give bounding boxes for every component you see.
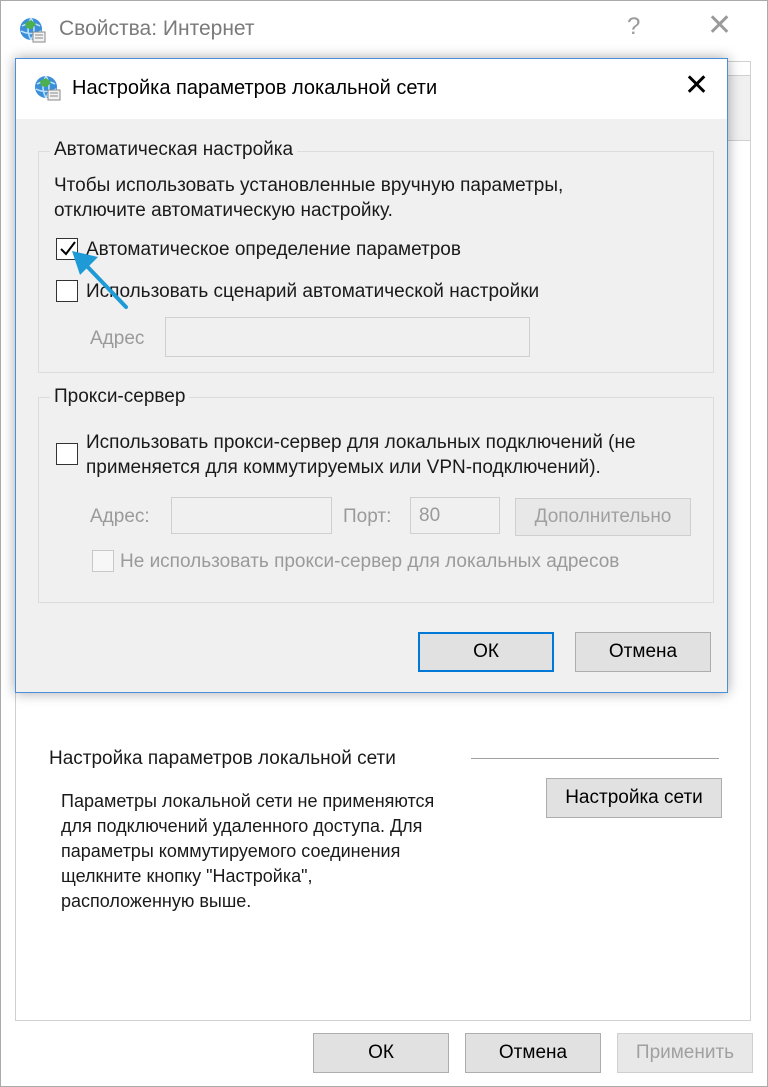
close-icon[interactable]: ✕: [684, 71, 709, 101]
help-icon[interactable]: ?: [627, 13, 640, 41]
auto-config-hint-line1: Чтобы использовать установленные вручную…: [54, 175, 564, 196]
auto-detect-checkbox[interactable]: [56, 238, 78, 260]
use-script-checkbox[interactable]: [56, 280, 78, 302]
outer-close-icon[interactable]: ✕: [707, 11, 732, 41]
script-address-label: Адрес: [90, 328, 145, 349]
tab-strip-edge: [727, 75, 751, 141]
dialog-cancel-button[interactable]: Отмена: [575, 632, 711, 672]
lan-settings-dialog: Настройка параметров локальной сети ✕ Ав…: [15, 58, 728, 693]
apply-button[interactable]: Применить: [617, 1033, 753, 1073]
outer-cancel-button[interactable]: Отмена: [465, 1033, 601, 1073]
lan-settings-button[interactable]: Настройка сети: [546, 778, 722, 818]
auto-detect-label[interactable]: Автоматическое определение параметров: [86, 237, 461, 262]
use-proxy-label-line1[interactable]: Использовать прокси-сервер для локальных…: [86, 430, 636, 455]
outer-ok-button[interactable]: ОК: [313, 1033, 449, 1073]
proxy-address-label: Адрес:: [90, 506, 150, 527]
script-address-input[interactable]: [165, 317, 530, 357]
dialog-ok-button[interactable]: ОК: [418, 632, 554, 672]
check-icon: [60, 241, 76, 256]
proxy-advanced-button[interactable]: Дополнительно: [515, 498, 691, 536]
lan-section-title: Настройка параметров локальной сети: [49, 748, 396, 769]
bypass-local-label[interactable]: Не использовать прокси-сервер для локаль…: [120, 549, 619, 574]
use-script-label[interactable]: Использовать сценарий автоматической нас…: [86, 279, 539, 304]
use-proxy-checkbox[interactable]: [56, 443, 78, 465]
dialog-titlebar: Настройка параметров локальной сети ✕: [16, 59, 727, 119]
outer-window-title: Свойства: Интернет: [59, 17, 255, 40]
proxy-port-input[interactable]: 80: [410, 497, 500, 534]
dialog-title: Настройка параметров локальной сети: [72, 77, 438, 99]
auto-config-hint-line2: отключите автоматическую настройку.: [54, 200, 393, 221]
use-proxy-label-line2[interactable]: применяется для коммутируемых или VPN-по…: [86, 455, 601, 480]
internet-options-icon: [20, 17, 46, 43]
auto-config-group-title: Автоматическая настройка: [50, 139, 298, 161]
lan-section-description: Параметры локальной сети не применяются …: [61, 791, 435, 911]
proxy-group-title: Прокси-сервер: [50, 386, 190, 408]
proxy-address-input[interactable]: [171, 497, 332, 534]
outer-titlebar: Свойства: Интернет ? ✕: [1, 1, 767, 59]
bypass-local-checkbox[interactable]: [92, 550, 114, 572]
proxy-port-label: Порт:: [343, 506, 392, 527]
internet-options-icon: [35, 75, 61, 101]
section-divider: [471, 758, 719, 759]
